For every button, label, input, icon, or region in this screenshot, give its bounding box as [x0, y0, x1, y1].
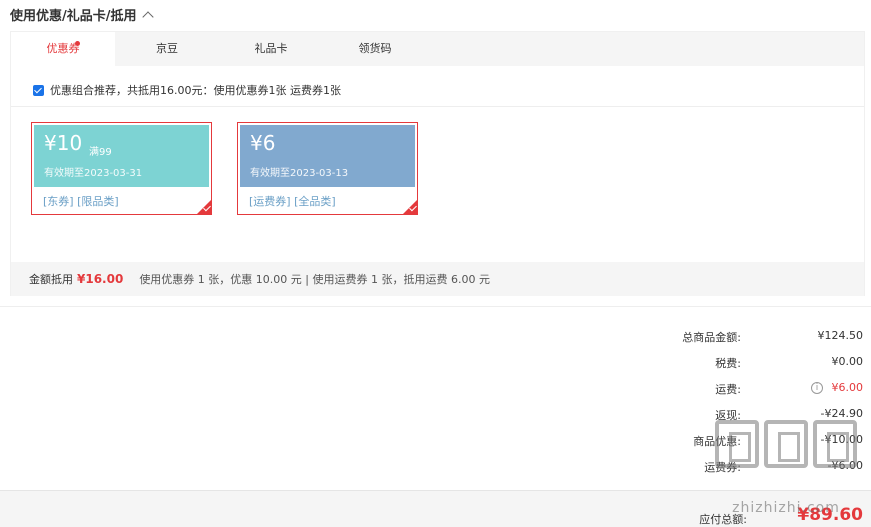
row-label: 总商品金额:: [682, 331, 741, 344]
section-title[interactable]: 使用优惠/礼品卡/抵用: [10, 5, 154, 24]
total-row-goods: 总商品金额: ¥124.50: [563, 329, 863, 345]
tab-label: 领货码: [358, 42, 392, 55]
coupon-card-jd[interactable]: ¥10 满99 有效期至2023-03-31 [东券] [限品类]: [31, 122, 212, 215]
tab-label: 礼品卡: [254, 42, 288, 55]
row-label: 运费:: [715, 383, 741, 396]
recommend-text: 优惠组合推荐，共抵用16.00元：使用优惠券1张 运费券1张: [50, 84, 341, 97]
watermark-glyph: [813, 420, 857, 468]
recommend-row: 优惠组合推荐，共抵用16.00元：使用优惠券1张 运费券1张: [33, 82, 341, 98]
watermark-logo: zhizhizhi.com: [711, 420, 861, 522]
coupon-validity: 有效期至2023-03-31: [44, 168, 143, 179]
total-row-tax: 税费: ¥0.00: [563, 355, 863, 371]
new-dot-icon: [75, 41, 80, 46]
coupon-face: ¥10 满99 有效期至2023-03-31: [34, 125, 209, 187]
summary-label: 金额抵用: [29, 273, 73, 286]
coupon-condition: 满99: [89, 147, 112, 158]
recommend-checkbox[interactable]: [33, 84, 44, 96]
total-row-shipping: 运费: i ¥6.00: [563, 381, 863, 397]
tab-label: 京豆: [156, 42, 178, 55]
tab-gift-card[interactable]: 礼品卡: [219, 32, 323, 66]
coupon-card-freight[interactable]: ¥6 有效期至2023-03-13 [运费券] [全品类]: [237, 122, 418, 215]
divider: [0, 306, 871, 307]
coupon-amount: ¥10: [44, 131, 83, 155]
row-value: -¥24.90: [820, 407, 863, 420]
discount-summary: 金额抵用 ¥16.00 使用优惠券 1 张，优惠 10.00 元 | 使用运费券…: [11, 262, 864, 296]
coupon-face: ¥6 有效期至2023-03-13: [240, 125, 415, 187]
coupon-validity: 有效期至2023-03-13: [250, 168, 349, 179]
tab-bar: 优惠券 京豆 礼品卡 领货码: [11, 32, 864, 67]
tab-redeem-code[interactable]: 领货码: [323, 32, 427, 66]
chevron-up-icon[interactable]: [141, 10, 154, 23]
coupon-tags: [运费券] [全品类]: [249, 195, 336, 208]
row-value: ¥0.00: [831, 355, 864, 368]
summary-amount: ¥16.00: [77, 272, 124, 286]
tab-jingdou[interactable]: 京豆: [115, 32, 219, 66]
summary-desc: 使用优惠券 1 张，优惠 10.00 元 | 使用运费券 1 张，抵用运费 6.…: [139, 273, 490, 286]
info-icon[interactable]: i: [811, 382, 823, 394]
divider: [11, 106, 864, 107]
watermark-glyph: [715, 420, 759, 468]
watermark-glyph: [764, 420, 808, 468]
row-label: 税费:: [715, 357, 741, 370]
discount-panel: 优惠券 京豆 礼品卡 领货码 优惠组合推荐，共抵用16.00元：使用优惠券1张 …: [10, 31, 865, 296]
watermark-text: zhizhizhi.com: [732, 500, 840, 516]
coupon-tags: [东券] [限品类]: [43, 195, 119, 208]
row-value: ¥6.00: [831, 381, 864, 394]
tab-coupons[interactable]: 优惠券: [11, 32, 115, 67]
coupon-amount: ¥6: [250, 131, 276, 155]
row-value: ¥124.50: [817, 329, 864, 342]
section-title-text: 使用优惠/礼品卡/抵用: [10, 8, 137, 24]
